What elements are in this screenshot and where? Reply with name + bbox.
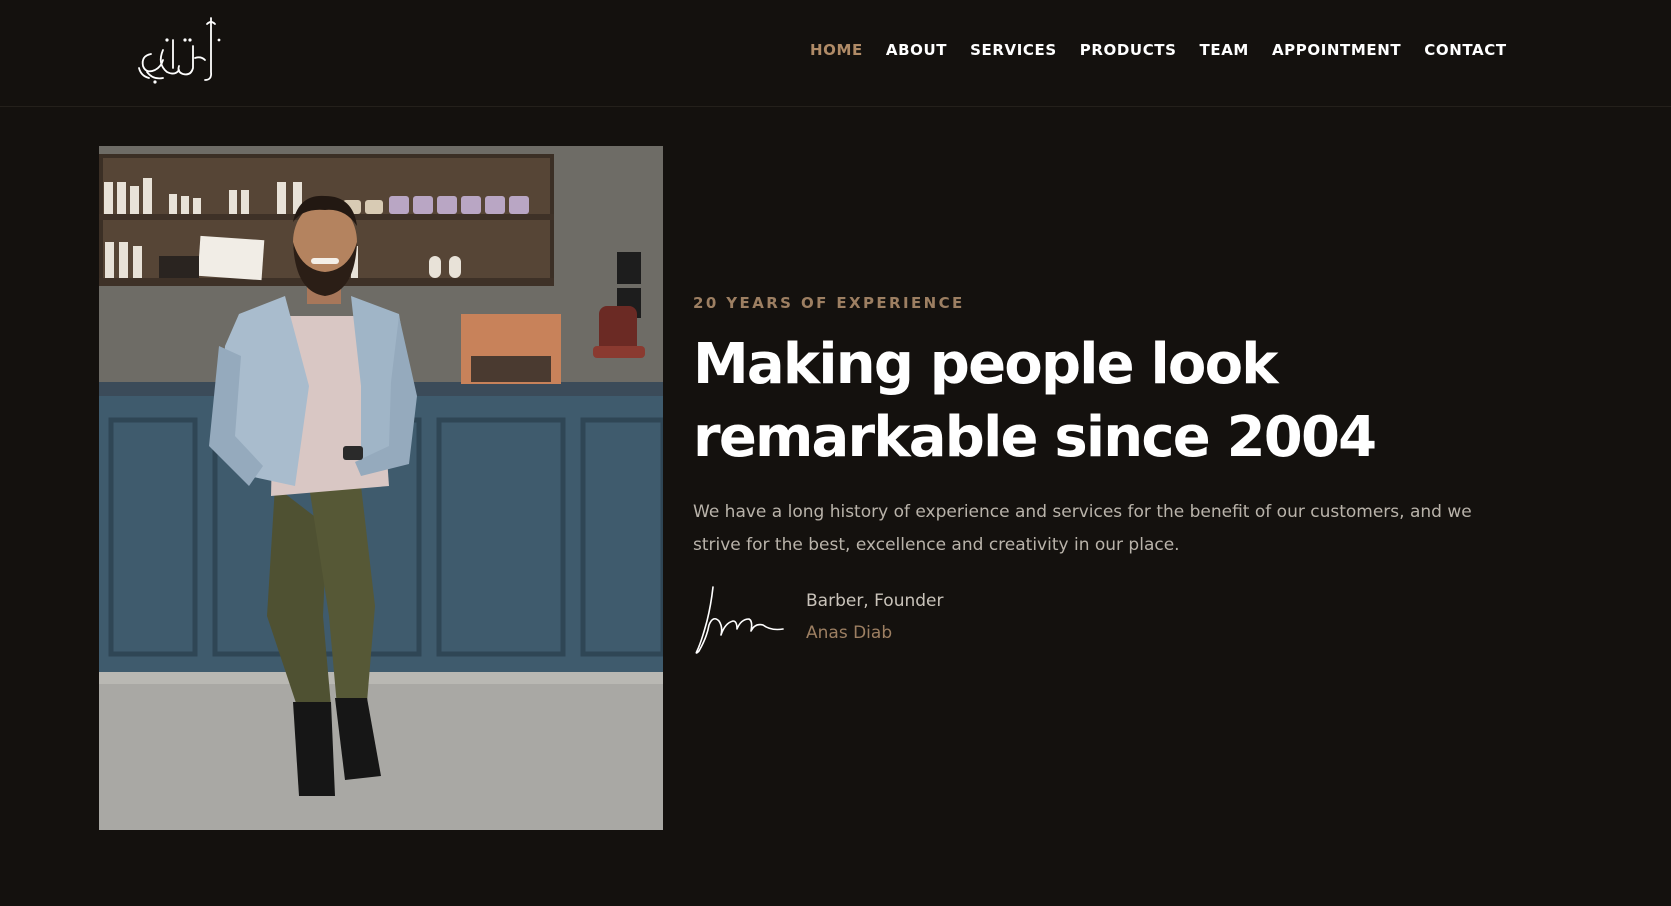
founder-name: Anas Diab — [806, 623, 893, 643]
founder-photo — [99, 146, 663, 830]
founder-block: Barber, Founder Anas Diab — [693, 585, 1093, 665]
hero-description: We have a long history of experience and… — [693, 502, 1472, 555]
site-header: HOME ABOUT SERVICES PRODUCTS TEAM APPOIN… — [0, 0, 1671, 107]
nav-products[interactable]: PRODUCTS — [1080, 41, 1177, 59]
founder-role: Barber, Founder — [806, 591, 944, 611]
nav-services[interactable]: SERVICES — [970, 41, 1057, 59]
hero-headline: Making people look remarkable since 2004 — [693, 332, 1377, 470]
signature-icon — [695, 586, 784, 654]
nav-appointment[interactable]: APPOINTMENT — [1272, 41, 1401, 59]
nav-team[interactable]: TEAM — [1200, 41, 1249, 59]
nav-contact[interactable]: CONTACT — [1424, 41, 1506, 59]
brand-logo[interactable] — [133, 10, 233, 90]
nav-home[interactable]: HOME — [810, 41, 863, 59]
nav-about[interactable]: ABOUT — [886, 41, 947, 59]
main-nav: HOME ABOUT SERVICES PRODUCTS TEAM APPOIN… — [810, 38, 1507, 62]
barbershop-photo-illustration — [99, 146, 663, 830]
hero-content: 20 YEARS OF EXPERIENCE Making people loo… — [693, 294, 1513, 562]
experience-eyebrow: 20 YEARS OF EXPERIENCE — [693, 294, 965, 312]
